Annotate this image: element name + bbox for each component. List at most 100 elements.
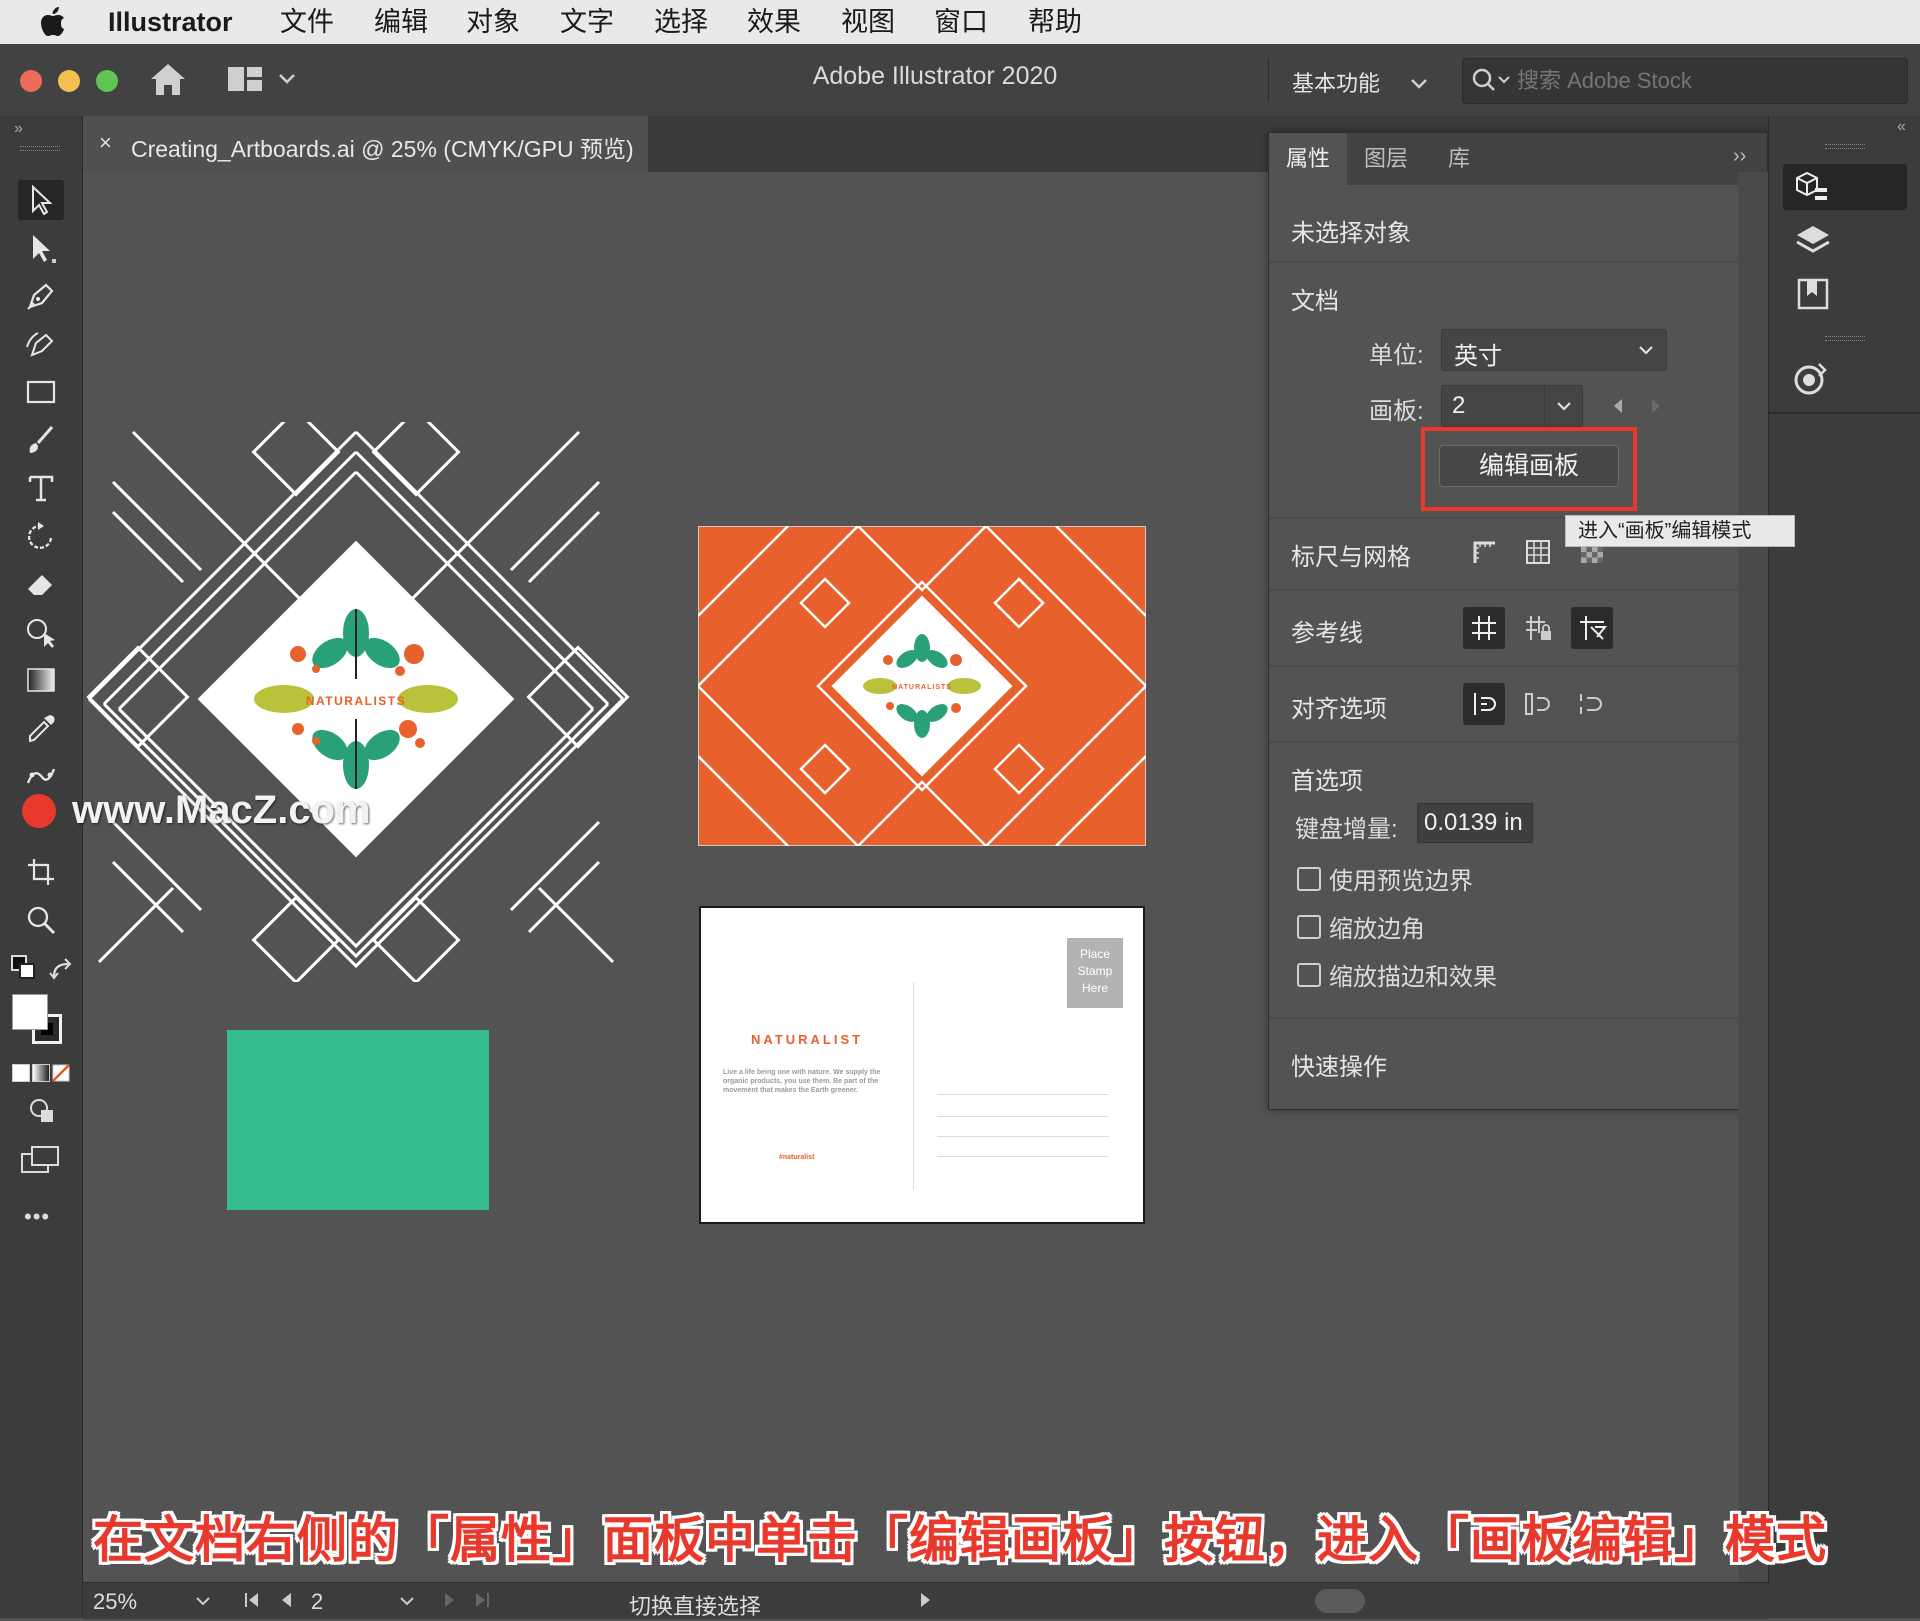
stock-search-input[interactable] [1515,65,1899,97]
screen-mode-icon[interactable] [20,1144,60,1176]
panel-menu-icon[interactable]: ›› [1733,145,1746,168]
eyedropper-tool[interactable] [18,708,64,748]
default-fill-stroke-icon[interactable] [10,954,40,984]
previous-artboard-icon[interactable] [1611,397,1625,415]
rectangle-tool[interactable] [18,372,64,412]
first-artboard-icon[interactable] [243,1591,261,1609]
use-preview-bounds-checkbox[interactable] [1297,867,1321,891]
stamp-placeholder: Place Stamp Here [1067,938,1123,1008]
rulers-button[interactable] [1463,531,1505,573]
document-tab[interactable]: × Creating_Artboards.ai @ 25% (CMYK/GPU … [83,116,648,172]
menu-object[interactable]: 对象 [466,0,520,44]
menu-file[interactable]: 文件 [280,0,334,44]
scale-strokes-effects-checkbox[interactable] [1297,963,1321,987]
guides-button[interactable] [1463,607,1505,649]
vertical-scrollbar[interactable] [1738,172,1768,1582]
menu-app-name[interactable]: Illustrator [108,0,233,44]
recolor-icon[interactable] [1789,358,1831,400]
direct-selection-tool[interactable] [18,228,64,268]
dock-grip[interactable] [1825,336,1865,341]
close-tab-button[interactable]: × [99,130,112,156]
gradient-mode-button[interactable] [32,1064,50,1082]
eraser-tool[interactable] [18,564,64,604]
type-tool[interactable] [18,468,64,508]
menu-edit[interactable]: 编辑 [374,0,428,44]
next-artboard-icon[interactable] [1649,397,1663,415]
scale-corners-checkbox[interactable] [1297,915,1321,939]
artboard-dropdown[interactable]: 2 [1441,385,1583,427]
postcard-divider [913,982,914,1190]
artboard-tool[interactable] [18,852,64,892]
artboard-pattern-white[interactable]: NATURALISTS [83,422,635,982]
guides-label: 参考线 [1291,620,1363,647]
pen-tool[interactable] [18,276,64,316]
expand-toolbar-icon[interactable]: » [14,120,23,138]
zoom-level[interactable]: 25% [93,1589,137,1615]
previous-artboard-icon[interactable] [279,1591,293,1609]
zoom-tool[interactable] [18,900,64,940]
align-to-artboard-button[interactable] [1571,683,1613,725]
rotate-tool[interactable] [18,516,64,556]
units-dropdown[interactable]: 英寸 [1441,329,1667,371]
status-menu-icon[interactable] [919,1591,933,1609]
stock-search-box[interactable] [1462,58,1908,104]
no-selection-label: 未选择对象 [1291,220,1411,247]
tab-libraries[interactable]: 库 [1425,133,1493,185]
tab-properties[interactable]: 属性 [1269,133,1347,185]
tab-layers[interactable]: 图层 [1347,133,1425,185]
align-to-selection-button[interactable] [1463,683,1505,725]
color-mode-buttons[interactable] [12,1064,70,1082]
layers-icon[interactable] [1793,222,1833,260]
curvature-pen-icon [26,332,54,357]
workspace-switcher[interactable]: 基本功能 [1292,66,1428,98]
menu-window[interactable]: 窗口 [934,0,988,44]
chevron-down-icon[interactable] [195,1595,211,1607]
horizontal-scroll-thumb[interactable] [1315,1589,1365,1613]
menu-effect[interactable]: 效果 [747,0,801,44]
edit-artboards-button[interactable]: 编辑画板 [1439,445,1619,487]
properties-dock-button[interactable] [1783,164,1907,210]
fill-stroke-swatches[interactable] [12,994,68,1050]
artboard-number[interactable]: 2 [311,1589,323,1615]
artboard-orange[interactable]: NATURALISTS [698,526,1146,846]
dock-grip[interactable] [1825,144,1865,149]
grid-button[interactable] [1517,531,1559,573]
artboard-green[interactable] [227,1030,489,1210]
fill-swatch[interactable] [12,994,48,1030]
brand-text: NATURALISTS [892,684,952,691]
apple-icon[interactable] [40,7,66,37]
swap-fill-stroke-icon[interactable] [48,956,76,984]
toolbar-grip[interactable] [20,146,60,151]
next-artboard-icon[interactable] [443,1591,457,1609]
artboard-postcard[interactable]: Place Stamp Here NATURALIST Live a life … [699,906,1145,1224]
paintbrush-tool[interactable] [18,420,64,460]
last-artboard-icon[interactable] [473,1591,491,1609]
none-mode-icon[interactable] [52,1064,70,1082]
align-to-key-object-button[interactable] [1517,683,1559,725]
menu-type[interactable]: 文字 [560,0,614,44]
keyboard-increment-input[interactable]: 0.0139 in [1417,803,1533,843]
shape-builder-tool[interactable] [18,612,64,652]
curvature-tool[interactable] [18,324,64,364]
panel-dock: « [1768,116,1920,1618]
gradient-tool[interactable] [18,660,64,700]
color-mode-button[interactable] [12,1064,30,1082]
align-options-label: 对齐选项 [1291,696,1387,723]
chevron-down-icon [1639,346,1653,355]
smart-guides-button[interactable] [1571,607,1613,649]
lock-guides-button[interactable] [1517,607,1559,649]
lock-guides-icon [1526,616,1551,640]
pen-icon [27,283,54,310]
libraries-icon[interactable] [1795,276,1831,312]
selection-arrow-icon [32,184,53,216]
collapse-dock-icon[interactable]: « [1897,118,1906,136]
more-tools-button[interactable]: ••• [24,1204,50,1230]
menu-view[interactable]: 视图 [841,0,895,44]
draw-mode-icon[interactable] [24,1096,58,1126]
mac-menubar: Illustrator 文件 编辑 对象 文字 选择 效果 视图 窗口 帮助 [0,0,1920,44]
address-line [937,1116,1109,1117]
chevron-down-icon[interactable] [399,1595,415,1607]
selection-tool[interactable] [18,180,64,220]
menu-help[interactable]: 帮助 [1028,0,1082,44]
menu-select[interactable]: 选择 [654,0,708,44]
